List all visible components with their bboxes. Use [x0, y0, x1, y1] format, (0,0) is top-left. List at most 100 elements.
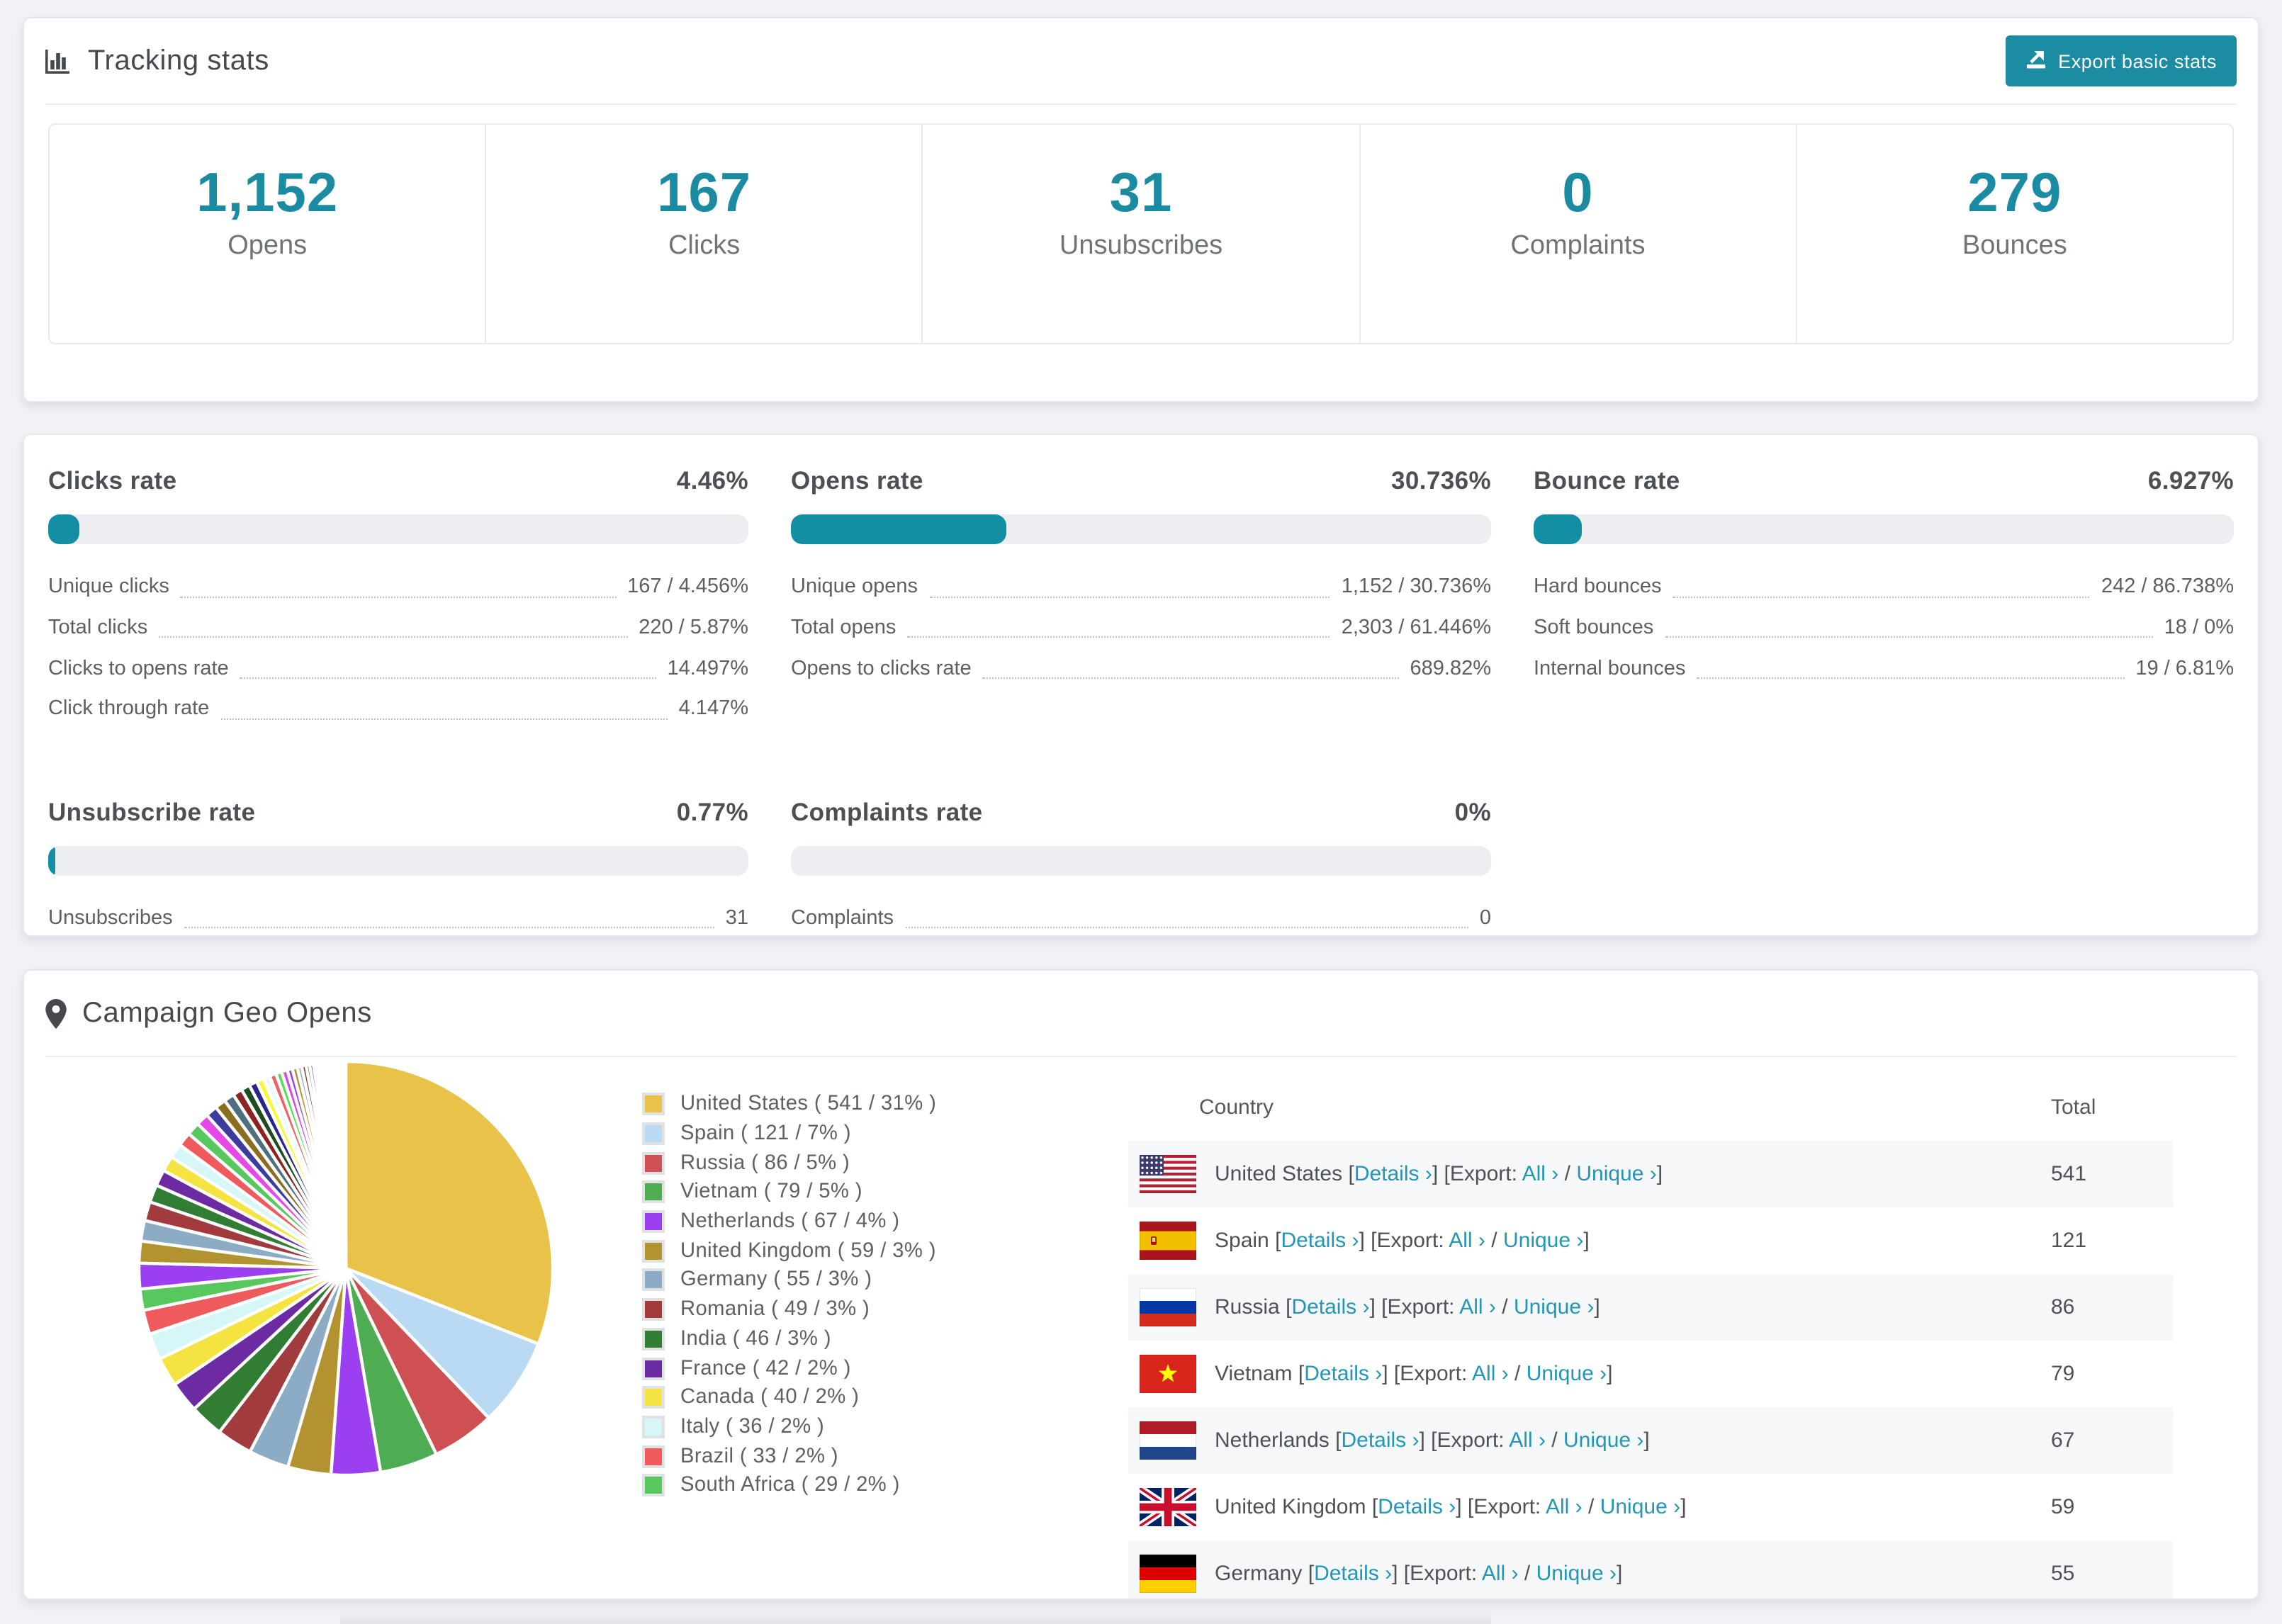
summary-stats-row: 1,152 Opens 167 Clicks 31 Unsubscribes 0 Compla… — [48, 123, 2234, 344]
geo-table-row-de: Germany [Details ›] [Export: All › / Uni… — [1128, 1540, 2173, 1598]
tracking-stats-title: Tracking stats — [45, 45, 269, 77]
rate-stat-value: 19 / 6.81% — [2135, 657, 2234, 680]
export-all-link[interactable]: All › — [1482, 1562, 1519, 1586]
stat-value: 167 — [657, 163, 752, 224]
legend-label: South Africa ( 29 / 2% ) — [680, 1474, 900, 1497]
export-unique-link[interactable]: Unique › — [1563, 1428, 1643, 1453]
legend-swatch — [642, 1357, 665, 1380]
country-cell: Russia [Details ›] [Export: All › / Uniq… — [1128, 1288, 2051, 1326]
details-link[interactable]: Details › — [1281, 1229, 1359, 1253]
export-unique-link[interactable]: Unique › — [1600, 1495, 1680, 1519]
legend-item[interactable]: Russia ( 86 / 5% ) — [642, 1149, 936, 1178]
rate-stat-label: Clicks to opens rate — [48, 657, 229, 680]
legend-label: France ( 42 / 2% ) — [680, 1357, 851, 1380]
legend-swatch — [642, 1210, 665, 1234]
rate-progress-bar — [48, 514, 748, 544]
rate-stat-label: Total opens — [791, 616, 896, 640]
legend-item[interactable]: France ( 42 / 2% ) — [642, 1353, 936, 1382]
details-link[interactable]: Details › — [1314, 1562, 1392, 1586]
legend-item[interactable]: Italy ( 36 / 2% ) — [642, 1412, 936, 1441]
export-prefix: Export: — [1437, 1428, 1505, 1453]
export-all-link[interactable]: All › — [1546, 1495, 1583, 1519]
legend-item[interactable]: Netherlands ( 67 / 4% ) — [642, 1207, 936, 1236]
legend-swatch — [642, 1327, 665, 1350]
pie-slice[interactable] — [343, 1059, 348, 1270]
export-all-link[interactable]: All › — [1472, 1362, 1509, 1386]
export-unique-link[interactable]: Unique › — [1514, 1295, 1594, 1319]
details-link[interactable]: Details › — [1304, 1362, 1382, 1386]
export-prefix: Export: — [1387, 1295, 1455, 1319]
rate-progress-bar — [791, 514, 1491, 544]
geo-opens-table: Country Total United States [Details ›] … — [1128, 1073, 2173, 1598]
legend-item[interactable]: South Africa ( 29 / 2% ) — [642, 1471, 936, 1500]
stat-value: 0 — [1562, 163, 1594, 224]
country-cell: United States [Details ›] [Export: All ›… — [1128, 1155, 2051, 1193]
details-link[interactable]: Details › — [1354, 1162, 1432, 1186]
us-flag-icon — [1140, 1155, 1196, 1193]
export-all-link[interactable]: All › — [1449, 1229, 1485, 1253]
stat-label: Opens — [227, 231, 308, 261]
export-all-link[interactable]: All › — [1509, 1428, 1546, 1453]
country-links: Russia [Details ›] [Export: All › / Uniq… — [1215, 1295, 1600, 1319]
summary-stat-unsubscribes: 31 Unsubscribes — [921, 125, 1359, 343]
legend-swatch — [642, 1445, 665, 1468]
country-name: Russia — [1215, 1295, 1280, 1319]
export-unique-link[interactable]: Unique › — [1527, 1362, 1607, 1386]
rate-title: Opens rate — [791, 466, 923, 495]
details-link[interactable]: Details › — [1341, 1428, 1419, 1453]
page-title: Tracking stats — [88, 45, 269, 76]
legend-label: India ( 46 / 3% ) — [680, 1327, 831, 1350]
legend-swatch — [642, 1415, 665, 1438]
legend-item[interactable]: Spain ( 121 / 7% ) — [642, 1119, 936, 1148]
rates-grid: Clicks rate 4.46% Unique clicks 167 / 4.456… — [48, 452, 2234, 939]
legend-item[interactable]: United States ( 541 / 31% ) — [642, 1090, 936, 1119]
legend-label: Brazil ( 33 / 2% ) — [680, 1445, 838, 1468]
country-cell: United Kingdom [Details ›] [Export: All … — [1128, 1488, 2051, 1526]
rate-stat-label: Hard bounces — [1534, 575, 1662, 599]
export-basic-stats-button[interactable]: Export basic stats — [2006, 35, 2237, 86]
geo-header: Campaign Geo Opens — [45, 971, 2237, 1057]
rate-stat-label: Complaints — [791, 907, 894, 930]
export-all-link[interactable]: All › — [1522, 1162, 1559, 1186]
export-unique-link[interactable]: Unique › — [1576, 1162, 1656, 1186]
legend-item[interactable]: India ( 46 / 3% ) — [642, 1324, 936, 1353]
rate-value: 0.77% — [676, 797, 748, 826]
rate-progress-bar — [791, 845, 1491, 876]
rate-progress-bar — [1534, 514, 2234, 544]
rate-stat-label: Click through rate — [48, 697, 210, 721]
legend-item[interactable]: Vietnam ( 79 / 5% ) — [642, 1178, 936, 1207]
legend-swatch — [642, 1093, 665, 1116]
rate-progress-bar — [48, 845, 748, 876]
export-prefix: Export: — [1410, 1562, 1478, 1586]
dotted-leader — [159, 636, 628, 638]
ru-flag-icon — [1140, 1288, 1196, 1326]
rate-stat-value: 0 — [1479, 907, 1491, 930]
geo-table-row-gb: United Kingdom [Details ›] [Export: All … — [1128, 1474, 2173, 1540]
dotted-leader — [240, 676, 656, 680]
stat-label: Bounces — [1962, 231, 2067, 261]
rate-stat-row: Internal bounces 19 / 6.81% — [1534, 648, 2234, 689]
country-links: Spain [Details ›] [Export: All › / Uniqu… — [1215, 1229, 1590, 1253]
column-header-total: Total — [2051, 1095, 2096, 1119]
legend-label: United Kingdom ( 59 / 3% ) — [680, 1239, 936, 1263]
legend-item[interactable]: Romania ( 49 / 3% ) — [642, 1295, 936, 1324]
summary-stat-bounces: 279 Bounces — [1795, 125, 2232, 343]
legend-label: Germany ( 55 / 3% ) — [680, 1268, 872, 1292]
geo-title: Campaign Geo Opens — [82, 997, 372, 1028]
legend-item[interactable]: Canada ( 40 / 2% ) — [642, 1383, 936, 1412]
dotted-leader — [907, 636, 1330, 638]
export-unique-link[interactable]: Unique › — [1536, 1562, 1617, 1586]
export-prefix: Export: — [1473, 1495, 1541, 1519]
details-link[interactable]: Details › — [1291, 1295, 1369, 1319]
vn-flag-icon — [1140, 1355, 1196, 1393]
details-link[interactable]: Details › — [1378, 1495, 1456, 1519]
legend-item[interactable]: Brazil ( 33 / 2% ) — [642, 1442, 936, 1471]
stat-value: 279 — [1967, 163, 2062, 224]
export-unique-link[interactable]: Unique › — [1503, 1229, 1583, 1253]
country-name: United States — [1215, 1162, 1343, 1186]
geo-table-row-nl: Netherlands [Details ›] [Export: All › /… — [1128, 1407, 2173, 1474]
rate-stat-row: Unique opens 1,152 / 30.736% — [791, 567, 1491, 607]
legend-item[interactable]: Germany ( 55 / 3% ) — [642, 1265, 936, 1295]
export-all-link[interactable]: All › — [1459, 1295, 1496, 1319]
legend-item[interactable]: United Kingdom ( 59 / 3% ) — [642, 1236, 936, 1265]
